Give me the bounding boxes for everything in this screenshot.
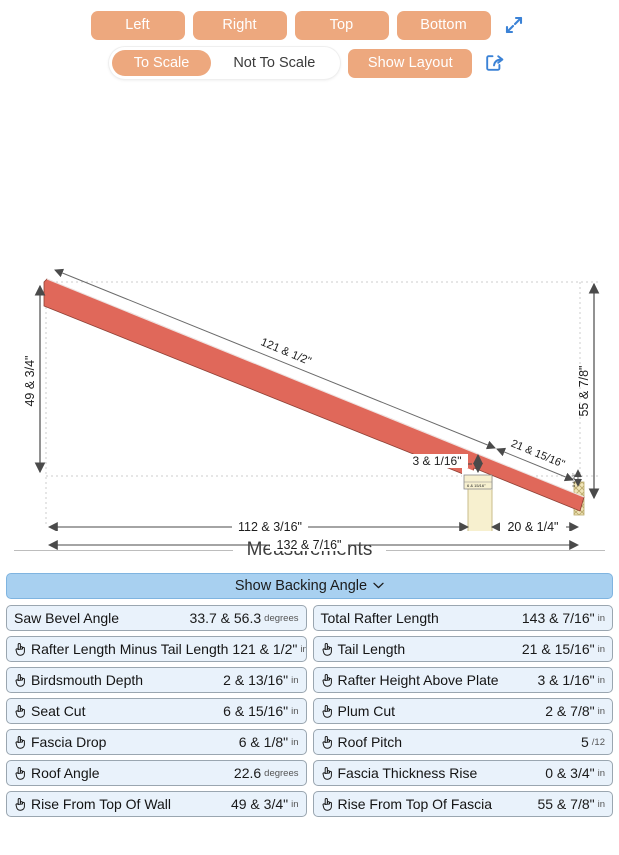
measurement-label: Roof Angle bbox=[31, 765, 100, 781]
measurement-label: Seat Cut bbox=[31, 703, 86, 719]
measurement-unit: degrees bbox=[264, 612, 299, 624]
tap-hand-icon bbox=[321, 673, 333, 687]
measurements-grid: Saw Bevel Angle 33.7 & 56.3 degrees Total R… bbox=[0, 605, 619, 817]
measurement-label: Total Rafter Length bbox=[320, 610, 439, 626]
measurement-label: Fascia Drop bbox=[31, 734, 107, 750]
tap-hand-icon bbox=[14, 735, 26, 749]
show-backing-angle-button[interactable]: Show Backing Angle bbox=[6, 573, 613, 599]
view-right-button[interactable]: Right bbox=[192, 10, 287, 40]
tap-hand-icon bbox=[14, 797, 26, 811]
measurement-label: Roof Pitch bbox=[337, 734, 403, 750]
scale-row: To Scale Not To Scale Show Layout bbox=[0, 47, 619, 79]
dim-total-horizontal-svg: 132 & 7/16" bbox=[47, 537, 580, 552]
toolbar: Left Right Top Bottom To Scale Not To Sc… bbox=[0, 0, 619, 79]
dim-label-rise-from-top-of-fascia: 55 & 7/8" bbox=[577, 365, 591, 416]
show-backing-angle-label: Show Backing Angle bbox=[234, 578, 368, 594]
measurement-cell[interactable]: Fascia Drop 6 & 1/8" in bbox=[6, 729, 307, 755]
measurement-value: 2 & 13/16" bbox=[223, 672, 289, 688]
measurement-label: Rise From Top Of Fascia bbox=[337, 796, 493, 812]
measurement-unit: in bbox=[597, 674, 605, 686]
measurement-value: 121 & 1/2" bbox=[232, 641, 298, 657]
measurement-unit: degrees bbox=[264, 767, 299, 779]
measurement-label: Birdsmouth Depth bbox=[31, 672, 144, 688]
measurement-cell[interactable]: Rafter Length Minus Tail Length 121 & 1/2… bbox=[6, 636, 307, 662]
measurement-cell[interactable]: Fascia Thickness Rise 0 & 3/4" in bbox=[312, 760, 613, 786]
share-icon[interactable] bbox=[480, 48, 510, 78]
tap-hand-icon bbox=[14, 642, 26, 656]
measurement-value: 55 & 7/8" bbox=[537, 796, 595, 812]
measurement-unit: in bbox=[291, 736, 299, 748]
measurement-value: 143 & 7/16" bbox=[521, 610, 595, 626]
measurement-cell[interactable]: Saw Bevel Angle 33.7 & 56.3 degrees bbox=[6, 605, 307, 631]
birdsmouth-detail: 6 & 15/16" bbox=[463, 474, 493, 490]
measurement-unit: in bbox=[597, 798, 605, 810]
rafter-diagram-svg: 6 & 15/16" 49 & 3/4" 55 & 7/8" 121 & 1/2… bbox=[23, 268, 600, 531]
measurement-cell[interactable]: Rafter Height Above Plate 3 & 1/16" in bbox=[312, 667, 613, 693]
dim-label-fascia-thickness: 0 & 3/4" bbox=[571, 472, 576, 487]
dim-label-rise-from-top-of-wall: 49 & 3/4" bbox=[23, 355, 37, 406]
measurement-label: Plum Cut bbox=[337, 703, 396, 719]
measurement-unit: in bbox=[291, 798, 299, 810]
measurement-unit: in bbox=[597, 612, 605, 624]
measurement-value: 6 & 1/8" bbox=[238, 734, 289, 750]
measurement-label: Fascia Thickness Rise bbox=[337, 765, 478, 781]
view-buttons-row: Left Right Top Bottom bbox=[0, 10, 619, 40]
tap-hand-icon bbox=[321, 642, 333, 656]
measurement-cell[interactable]: Birdsmouth Depth 2 & 13/16" in bbox=[6, 667, 307, 693]
chevron-down-icon bbox=[373, 581, 384, 592]
dim-rafter-run bbox=[54, 268, 496, 450]
measurement-unit: /12 bbox=[591, 736, 605, 748]
measurement-value: 22.6 bbox=[233, 765, 262, 781]
rafter-diagram[interactable]: 6 & 15/16" 49 & 3/4" 55 & 7/8" 121 & 1/2… bbox=[0, 86, 619, 552]
tap-hand-icon bbox=[321, 797, 333, 811]
measurement-cell[interactable]: Seat Cut 6 & 15/16" in bbox=[6, 698, 307, 724]
measurement-value: 2 & 7/8" bbox=[545, 703, 595, 719]
measurement-label: Tail Length bbox=[337, 641, 406, 657]
dim-label-overhang-run: 20 & 1/4" bbox=[507, 520, 558, 531]
measurement-unit: in bbox=[291, 705, 299, 717]
measurement-unit: in bbox=[291, 674, 299, 686]
tap-hand-icon bbox=[321, 704, 333, 718]
measurement-cell[interactable]: Roof Angle 22.6 degrees bbox=[6, 760, 307, 786]
tap-hand-icon bbox=[14, 704, 26, 718]
measurement-label: Rafter Height Above Plate bbox=[337, 672, 499, 688]
scale-toggle[interactable]: To Scale Not To Scale bbox=[108, 47, 341, 79]
rafter-beam bbox=[43, 278, 585, 512]
tap-hand-icon bbox=[321, 735, 333, 749]
measurement-label: Rafter Length Minus Tail Length bbox=[31, 641, 229, 657]
measurement-unit: in bbox=[597, 767, 605, 779]
measurement-value: 5 bbox=[580, 734, 589, 750]
measurement-value: 3 & 1/16" bbox=[537, 672, 595, 688]
expand-arrows-icon[interactable] bbox=[499, 10, 529, 40]
dim-label-rafter-height-above-plate: 3 & 1/16" bbox=[413, 454, 462, 468]
measurement-unit: in bbox=[597, 705, 605, 717]
seat-cut-inline-label: 6 & 15/16" bbox=[467, 483, 486, 488]
measurement-value: 49 & 3/4" bbox=[230, 796, 289, 812]
measurement-label: Saw Bevel Angle bbox=[14, 610, 120, 626]
show-layout-button[interactable]: Show Layout bbox=[348, 48, 473, 78]
measurement-cell[interactable]: Total Rafter Length 143 & 7/16" in bbox=[312, 605, 613, 631]
measurement-value: 21 & 15/16" bbox=[521, 641, 595, 657]
to-scale-option[interactable]: To Scale bbox=[111, 50, 212, 76]
measurement-cell[interactable]: Rise From Top Of Fascia 55 & 7/8" in bbox=[312, 791, 613, 817]
tap-hand-icon bbox=[14, 766, 26, 780]
measurement-cell[interactable]: Plum Cut 2 & 7/8" in bbox=[312, 698, 613, 724]
measurement-cell[interactable]: Roof Pitch 5/12 bbox=[312, 729, 613, 755]
measurement-label: Rise From Top Of Wall bbox=[31, 796, 172, 812]
dim-label-total-horizontal: 132 & 7/16" bbox=[277, 538, 342, 552]
measurement-value: 6 & 15/16" bbox=[223, 703, 289, 719]
dim-label-horizontal-run: 112 & 3/16" bbox=[238, 520, 302, 531]
measurement-unit: in bbox=[597, 643, 605, 655]
measurement-cell[interactable]: Rise From Top Of Wall 49 & 3/4" in bbox=[6, 791, 307, 817]
tap-hand-icon bbox=[321, 766, 333, 780]
measurement-unit: in bbox=[300, 643, 305, 655]
view-top-button[interactable]: Top bbox=[294, 10, 389, 40]
measurement-value: 33.7 & 56.3 bbox=[189, 610, 262, 626]
measurement-value: 0 & 3/4" bbox=[545, 765, 595, 781]
measurement-cell[interactable]: Tail Length 21 & 15/16" in bbox=[312, 636, 613, 662]
not-to-scale-option[interactable]: Not To Scale bbox=[211, 50, 337, 76]
tap-hand-icon bbox=[14, 673, 26, 687]
view-left-button[interactable]: Left bbox=[90, 10, 185, 40]
view-bottom-button[interactable]: Bottom bbox=[396, 10, 491, 40]
